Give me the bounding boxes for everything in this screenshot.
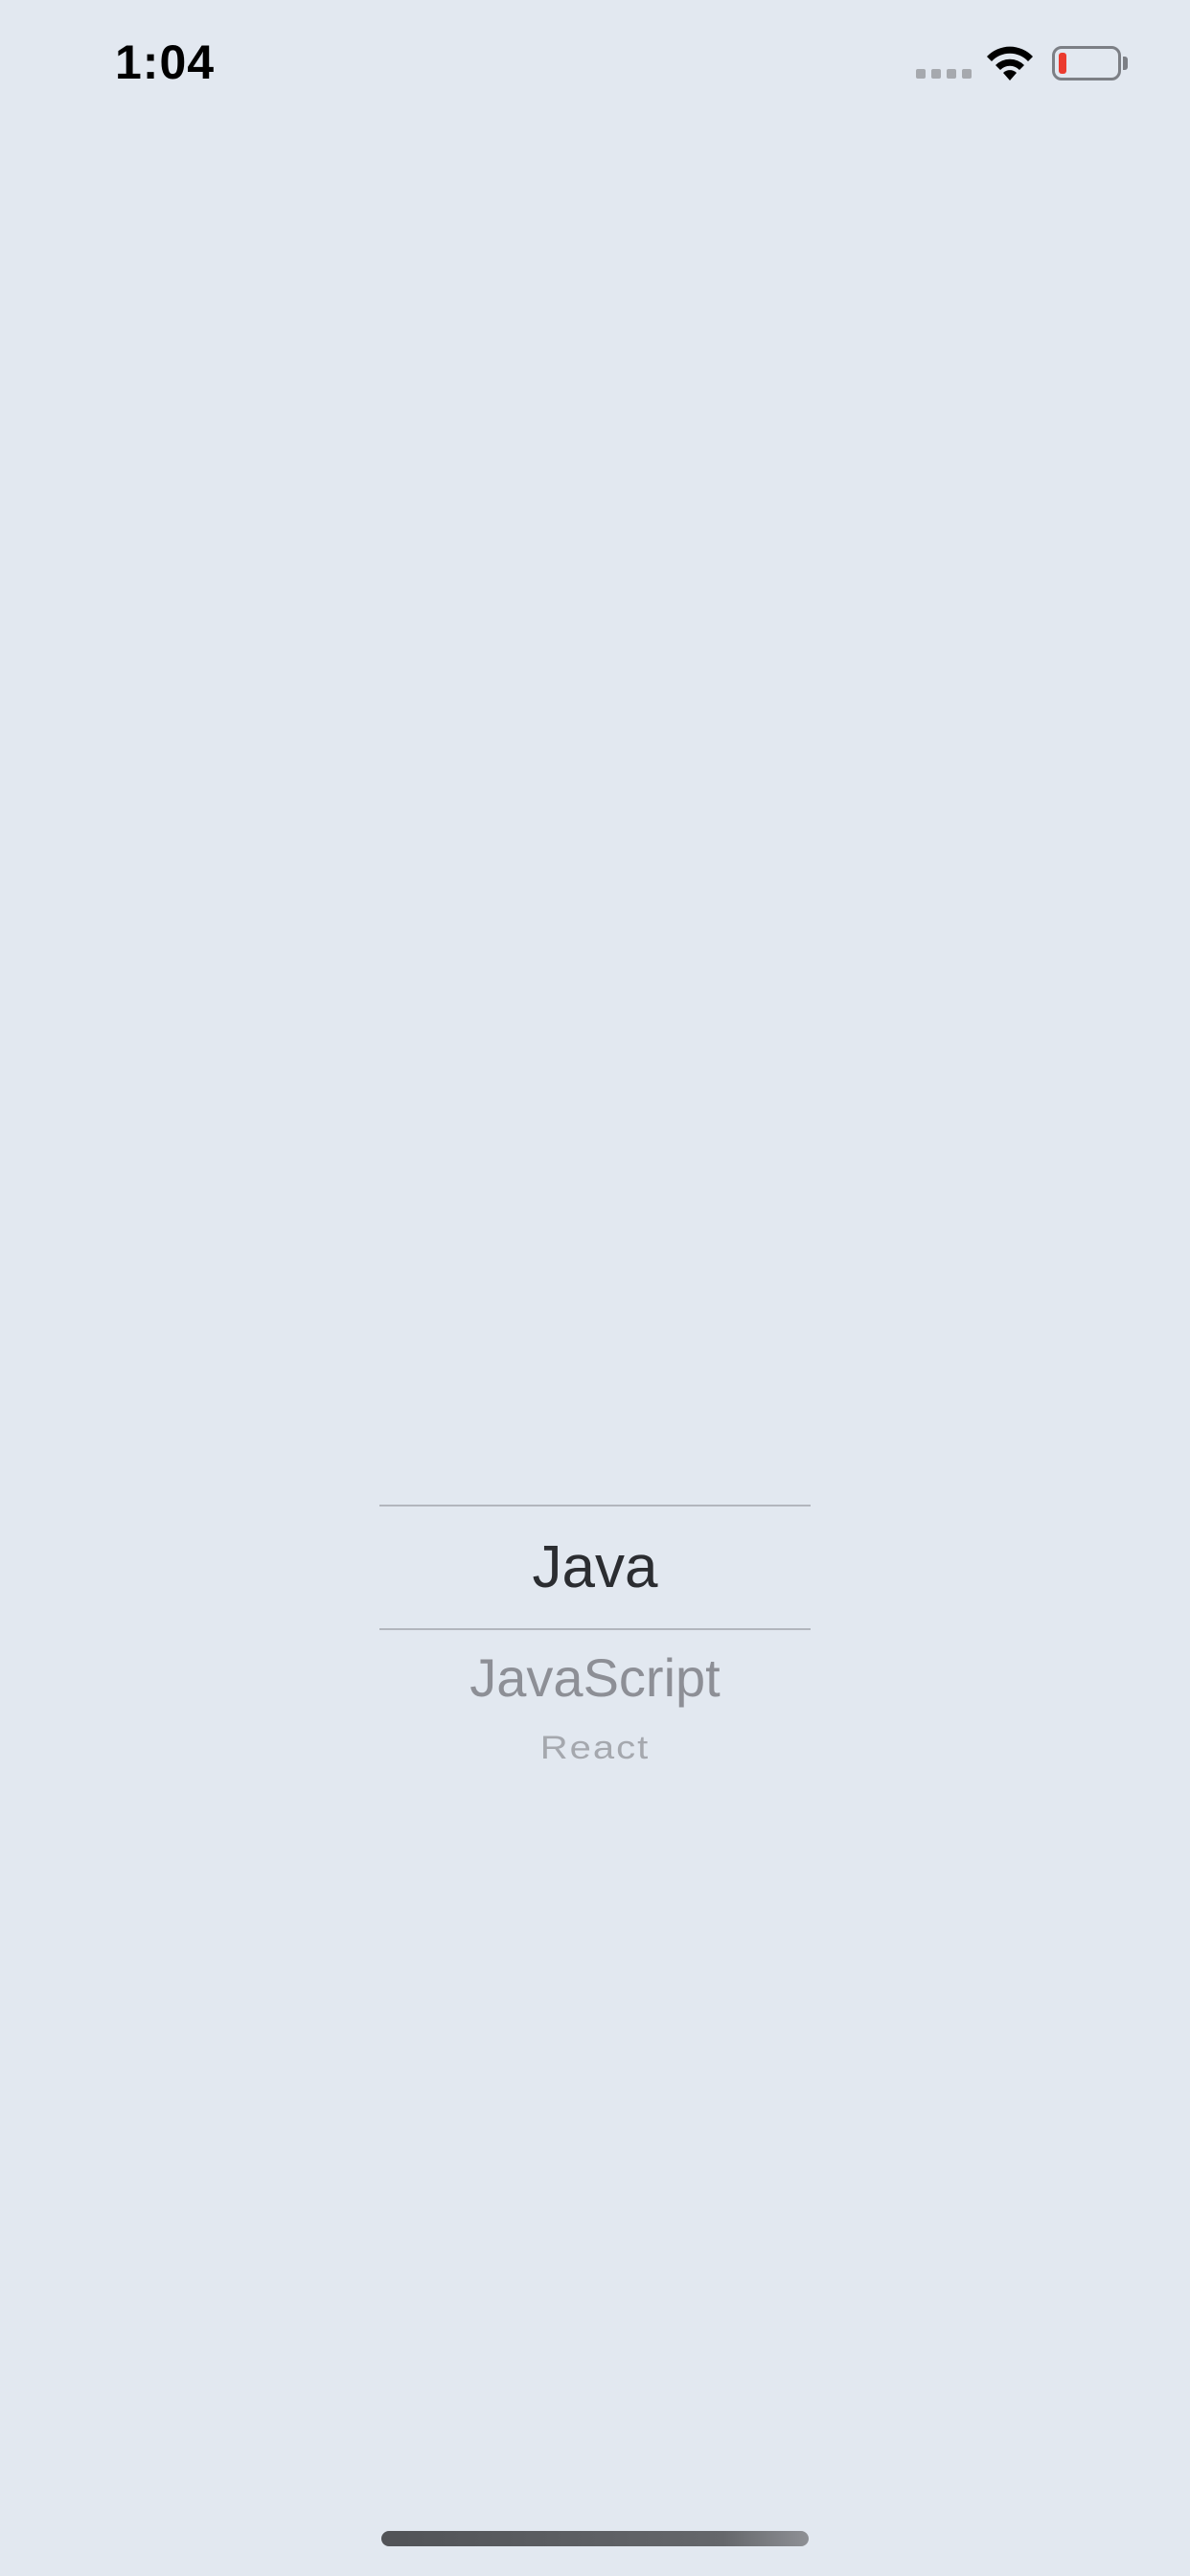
home-indicator[interactable] [381, 2531, 809, 2546]
battery-level [1059, 53, 1066, 74]
picker-selection-top-divider [379, 1505, 811, 1506]
status-bar: 1:04 [0, 0, 1190, 134]
wifi-icon [987, 46, 1033, 80]
picker-item-java[interactable]: Java [379, 1533, 811, 1601]
status-time: 1:04 [115, 35, 216, 89]
cellular-signal-icon [916, 69, 972, 79]
picker-selection-bottom-divider [379, 1628, 811, 1630]
battery-low-icon [1052, 46, 1121, 80]
picker-item-javascript[interactable]: JavaScript [379, 1646, 811, 1709]
battery-cap [1123, 57, 1128, 70]
picker-item-react[interactable]: React [379, 1730, 811, 1766]
language-picker[interactable]: Java JavaScript React [379, 1505, 811, 1830]
